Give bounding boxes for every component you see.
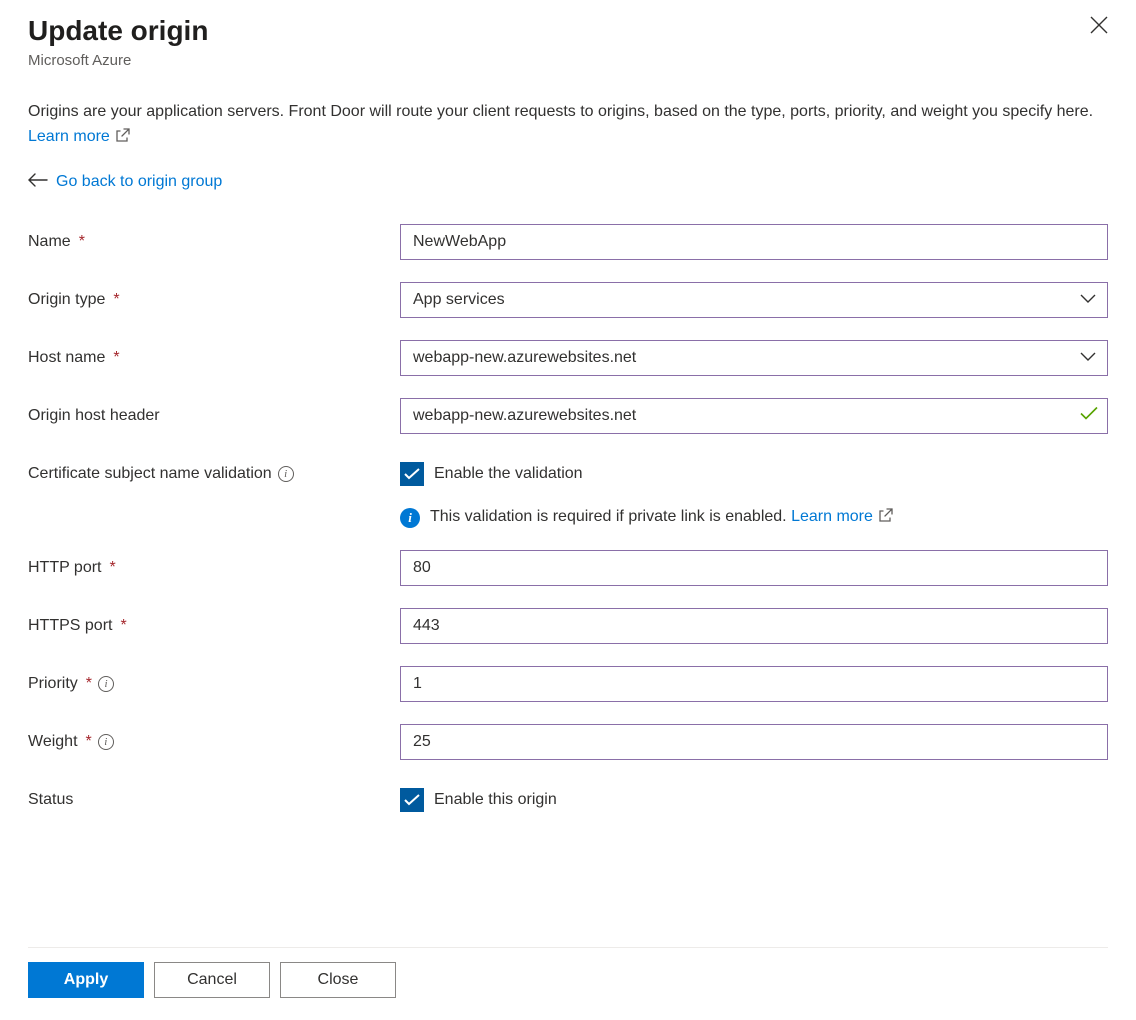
arrow-left-icon xyxy=(28,173,48,192)
cert-learn-more-link[interactable]: Learn more xyxy=(791,508,893,525)
weight-input[interactable] xyxy=(400,724,1108,760)
apply-button[interactable]: Apply xyxy=(28,962,144,998)
name-label: Name* xyxy=(28,233,400,251)
status-checkbox[interactable] xyxy=(400,788,424,812)
host-name-select[interactable] xyxy=(400,340,1108,376)
origin-host-header-input[interactable] xyxy=(400,398,1108,434)
info-badge-icon: i xyxy=(400,508,420,528)
https-port-input[interactable] xyxy=(400,608,1108,644)
info-icon[interactable]: i xyxy=(278,466,294,482)
origin-host-header-label: Origin host header xyxy=(28,407,400,425)
back-link-row[interactable]: Go back to origin group xyxy=(28,173,1108,192)
host-name-label: Host name* xyxy=(28,349,400,367)
cert-validation-info: i This validation is required if private… xyxy=(400,508,1108,528)
origin-type-label: Origin type* xyxy=(28,291,400,309)
page-subtitle: Microsoft Azure xyxy=(28,52,1108,69)
close-button[interactable]: Close xyxy=(280,962,396,998)
close-icon[interactable] xyxy=(1090,16,1108,39)
name-input[interactable] xyxy=(400,224,1108,260)
info-icon[interactable]: i xyxy=(98,676,114,692)
https-port-label: HTTPS port* xyxy=(28,617,400,635)
footer-bar: Apply Cancel Close xyxy=(28,947,1108,1020)
learn-more-link[interactable]: Learn more xyxy=(28,128,130,145)
info-icon[interactable]: i xyxy=(98,734,114,750)
cert-validation-checkbox-label: Enable the validation xyxy=(434,465,583,483)
cert-validation-checkbox[interactable] xyxy=(400,462,424,486)
external-link-icon xyxy=(116,125,130,151)
blade-header: Update origin Microsoft Azure xyxy=(28,14,1108,69)
back-to-origin-group-link[interactable]: Go back to origin group xyxy=(56,173,222,191)
priority-label: Priority* i xyxy=(28,675,400,693)
cancel-button[interactable]: Cancel xyxy=(154,962,270,998)
priority-input[interactable] xyxy=(400,666,1108,702)
description-text: Origins are your application servers. Fr… xyxy=(28,99,1108,151)
status-label: Status xyxy=(28,791,400,809)
external-link-icon xyxy=(879,508,893,527)
page-title: Update origin xyxy=(28,14,1108,48)
cert-validation-label: Certificate subject name validation i xyxy=(28,465,400,483)
weight-label: Weight* i xyxy=(28,733,400,751)
origin-type-select[interactable] xyxy=(400,282,1108,318)
status-checkbox-label: Enable this origin xyxy=(434,791,557,809)
http-port-label: HTTP port* xyxy=(28,559,400,577)
http-port-input[interactable] xyxy=(400,550,1108,586)
